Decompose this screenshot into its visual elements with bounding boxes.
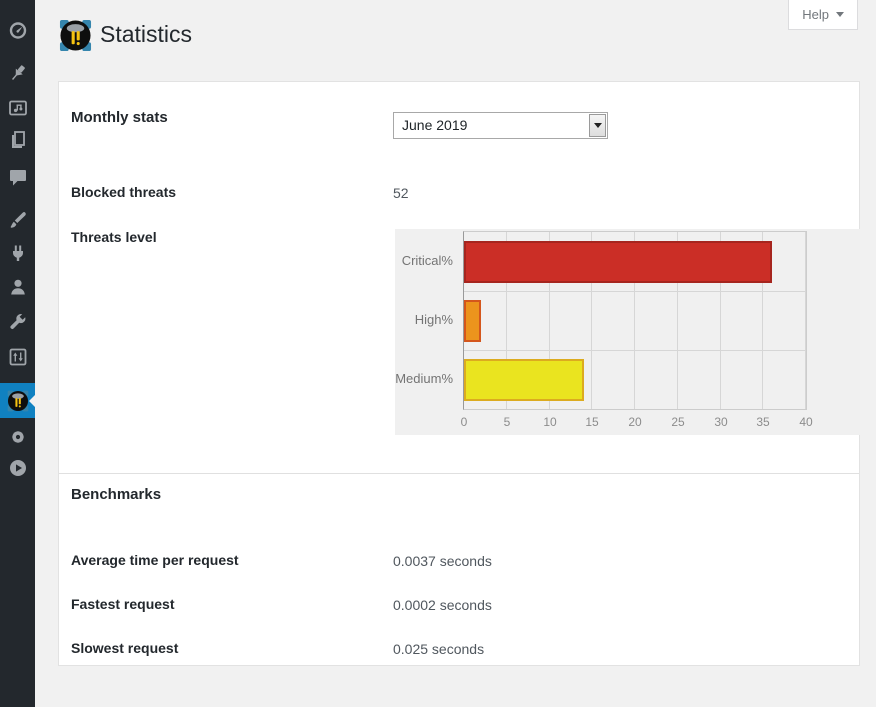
chart-tick-label: 35 [756, 415, 770, 429]
sidebar-item-plugins[interactable] [0, 236, 35, 270]
sidebar-item-media[interactable] [0, 91, 35, 125]
help-button[interactable]: Help [788, 0, 858, 30]
benchmark-row-value: 0.0037 seconds [393, 553, 492, 569]
chart-tick-label: 15 [585, 415, 599, 429]
active-item-arrow [29, 394, 35, 407]
sidebar-item-posts[interactable] [0, 56, 35, 90]
month-select[interactable]: June 2019 [393, 112, 608, 139]
chart-bar [464, 300, 481, 342]
sidebar-item-comments[interactable] [0, 160, 35, 194]
chart-tick-label: 25 [671, 415, 685, 429]
chart-tick-label: 30 [714, 415, 728, 429]
sidebar-item-dashboard[interactable] [0, 13, 35, 47]
play-icon [8, 458, 28, 478]
benchmarks-heading: Benchmarks [71, 486, 162, 503]
gear-icon [8, 427, 28, 447]
chart-bar [464, 241, 772, 283]
admin-sidebar [0, 0, 35, 707]
sidebar-item-player[interactable] [0, 451, 35, 485]
sidebar-item-appearance[interactable] [0, 203, 35, 237]
benchmark-row-label: Fastest request [71, 596, 175, 612]
sidebar-item-ninjafirewall[interactable] [0, 383, 35, 418]
benchmark-row-label: Average time per request [71, 552, 239, 568]
benchmark-row-label: Slowest request [71, 640, 179, 656]
pages-icon [8, 130, 28, 150]
help-button-label: Help [802, 7, 829, 22]
chart-plot-area [463, 231, 807, 410]
select-dropdown-button[interactable] [589, 114, 606, 137]
ninja-logo-icon [7, 390, 29, 412]
chart-tick-label: 5 [503, 415, 511, 429]
chart-category-label: Medium% [395, 371, 453, 386]
page-header: Statistics [59, 18, 192, 52]
chart-tick-label: 40 [799, 415, 813, 429]
blocked-threats-value: 52 [393, 185, 409, 201]
sidebar-item-settings[interactable] [0, 340, 35, 374]
chart-gridline [464, 291, 806, 292]
threats-level-chart: Critical% High% Medium% 0 5 10 15 20 25 30 35 40 [395, 229, 860, 435]
benchmark-row-value: 0.025 seconds [393, 641, 485, 657]
threats-level-label: Threats level [71, 229, 157, 245]
sidebar-item-tools[interactable] [0, 305, 35, 339]
wrench-icon [8, 312, 28, 332]
chevron-down-icon [836, 12, 844, 17]
comment-icon [8, 167, 28, 187]
chevron-down-icon [593, 123, 602, 128]
page-title: Statistics [100, 21, 193, 48]
media-icon [8, 98, 28, 118]
monthly-stats-heading: Monthly stats [71, 109, 168, 126]
month-select-value: June 2019 [402, 117, 468, 133]
blocked-threats-label: Blocked threats [71, 184, 177, 200]
plug-icon [8, 243, 28, 263]
statistics-card: Monthly stats June 2019 Blocked threats … [58, 81, 860, 666]
plugin-logo-icon [59, 19, 92, 52]
chart-category-label: High% [414, 312, 453, 327]
sidebar-item-users[interactable] [0, 270, 35, 304]
chart-tick-label: 0 [460, 415, 468, 429]
paintbrush-icon [8, 210, 28, 230]
user-icon [8, 277, 28, 297]
chart-bar [464, 359, 584, 401]
pushpin-icon [8, 63, 28, 83]
section-divider [59, 473, 859, 474]
chart-gridline [805, 232, 806, 409]
dashboard-icon [8, 20, 28, 40]
sidebar-item-pages[interactable] [0, 123, 35, 157]
chart-category-label: Critical% [401, 253, 453, 268]
chart-gridline [464, 350, 806, 351]
chart-tick-label: 20 [628, 415, 642, 429]
chart-tick-label: 10 [543, 415, 557, 429]
sliders-icon [8, 347, 28, 367]
benchmark-row-value: 0.0002 seconds [393, 597, 492, 613]
sidebar-item-extra-settings[interactable] [0, 420, 35, 454]
